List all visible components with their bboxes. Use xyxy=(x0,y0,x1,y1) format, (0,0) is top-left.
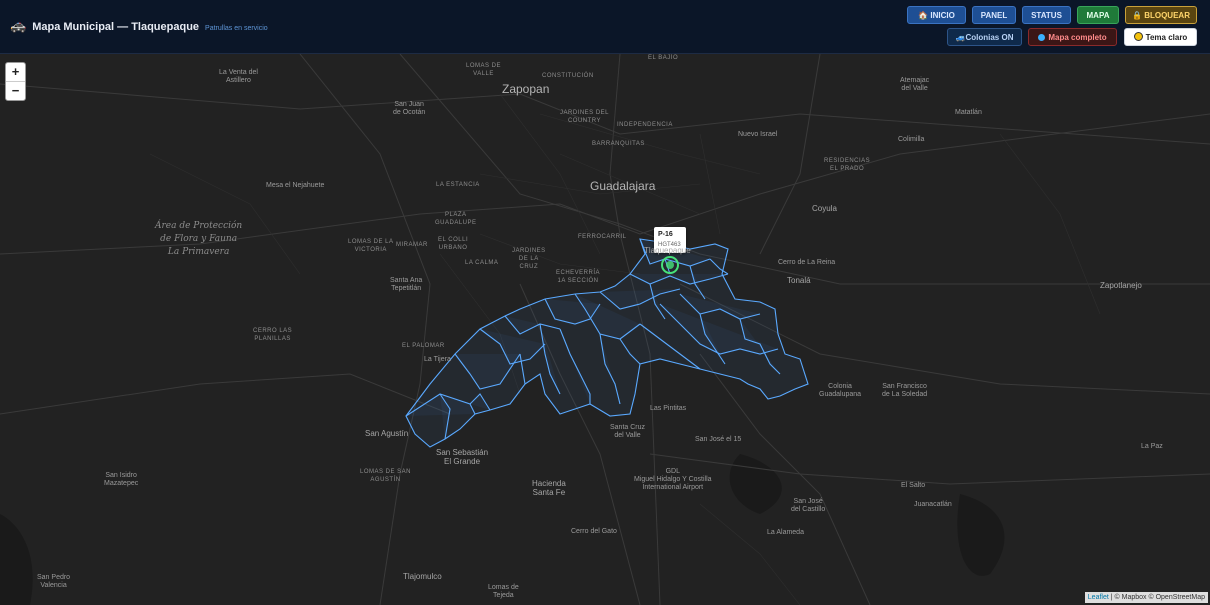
map-label: Colimilla xyxy=(898,136,925,143)
colonias-toggle-button[interactable]: 🚙Colonias ON xyxy=(947,28,1022,46)
map-label: Juanacatlán xyxy=(914,501,952,508)
colonias-polygons[interactable] xyxy=(405,238,809,448)
map-label: La Tijera xyxy=(424,356,451,363)
map-label: Guadalajara xyxy=(590,179,656,193)
map-label: GDL Miguel Hidalgo Y Costilla Internatio… xyxy=(634,468,712,491)
map-label: LOMAS DE SAN AGUSTÍN xyxy=(360,469,412,483)
map-label: Atemajac del Valle xyxy=(900,77,930,92)
map-label: Hacienda Santa Fe xyxy=(532,479,566,497)
map-label: ECHEVERRÍA 1A SECCIÓN xyxy=(556,270,601,284)
map-label: LA CALMA xyxy=(465,260,499,266)
map-label: San Francisco de La Soledad xyxy=(882,383,928,398)
mapa-completo-button[interactable]: Mapa completo xyxy=(1028,28,1117,46)
globe-icon xyxy=(1038,34,1046,41)
map-canvas[interactable]: + − P-16 HGT463 Zapopan Guadalajara Tona… xyxy=(0,54,1210,605)
attribution-text: | © Mapbox © OpenStreetMap xyxy=(1110,594,1205,601)
map-label: JARDINES DEL COUNTRY xyxy=(560,110,610,124)
inicio-button[interactable]: 🏠 INICIO xyxy=(907,6,966,24)
map-label: EL BAJÍO xyxy=(648,55,679,61)
map-label: Zapotlanejo xyxy=(1100,281,1142,290)
map-label: LOMAS DE VALLE xyxy=(466,63,502,77)
car-icon: 🚙 xyxy=(955,33,966,42)
map-label: MIRAMAR xyxy=(396,242,428,248)
map-label: Las Pintitas xyxy=(650,405,687,412)
app-header: 🚓 Mapa Municipal — Tlaquepaque Patrullas… xyxy=(10,19,268,34)
map-label: Colonia Guadalupana xyxy=(819,383,862,398)
map-label: Mesa el Nejahuete xyxy=(266,182,325,189)
zoom-out-button[interactable]: − xyxy=(6,81,25,100)
map-label: EL COLLI URBANO xyxy=(438,237,469,251)
colonias-label: Colonias ON xyxy=(965,33,1014,42)
bloquear-button[interactable]: 🔒 BLOQUEAR xyxy=(1125,6,1197,24)
map-label: LA ESTANCIA xyxy=(436,182,480,188)
map-label: San Pedro Valencia xyxy=(37,574,71,589)
app-title: Mapa Municipal — Tlaquepaque xyxy=(32,21,200,33)
map-label: FERROCARRIL xyxy=(578,234,627,240)
theme-toggle-button[interactable]: Tema claro xyxy=(1124,28,1197,46)
map-label: La Alameda xyxy=(767,529,804,536)
map-label: San José del Castillo xyxy=(791,498,826,513)
map-label: Cerro de La Reina xyxy=(778,259,836,266)
map-label: Tlajomulco xyxy=(403,572,442,581)
map-label: BARRANQUITAS xyxy=(592,141,645,147)
leaflet-link[interactable]: Leaflet xyxy=(1088,594,1109,601)
map-label: Matatlán xyxy=(955,109,982,116)
zoom-in-button[interactable]: + xyxy=(6,63,25,81)
map-label: San José el 15 xyxy=(695,436,742,443)
map-label: LOMAS DE LA VICTORIA xyxy=(348,239,394,253)
map-label: San Isidro Mazatepec xyxy=(104,472,139,487)
zoom-control: + − xyxy=(5,62,26,101)
map-label: Nuevo Israel xyxy=(738,131,778,138)
map-label: Tonalá xyxy=(787,276,811,285)
map-label: Santa Cruz del Valle xyxy=(610,424,646,439)
app-subtitle: Patrullas en servicio xyxy=(205,25,268,32)
sun-icon xyxy=(1133,32,1143,41)
map-label: Tlaquepaque xyxy=(644,246,691,255)
patrol-car-icon: 🚓 xyxy=(10,19,27,34)
map-label: La Paz xyxy=(1141,443,1163,450)
map-label: Zapopan xyxy=(502,82,550,96)
map-attribution: Leaflet | © Mapbox © OpenStreetMap xyxy=(1084,592,1208,603)
map-label: San Sebastián El Grande xyxy=(436,448,489,466)
map-label: EL PALOMAR xyxy=(402,343,445,349)
map-label: Lomas de Tejeda xyxy=(488,584,519,599)
map-label: INDEPENDENCIA xyxy=(617,122,673,128)
patrol-unit: P-16 xyxy=(658,231,673,238)
map-label: PLAZA GUADALUPE xyxy=(435,212,477,226)
mapa-button[interactable]: MAPA xyxy=(1077,6,1119,24)
map-label: San Agustín xyxy=(365,429,409,438)
status-button[interactable]: STATUS xyxy=(1022,6,1071,24)
map-label: El Salto xyxy=(901,482,926,489)
theme-label: Tema claro xyxy=(1145,33,1188,42)
map-label: RESIDENCIAS EL PRADO xyxy=(824,158,871,172)
map-label: San Juan de Ocotán xyxy=(393,101,426,116)
mapa-completo-label: Mapa completo xyxy=(1048,33,1107,42)
map-label: Santa Ana Tepetitlán xyxy=(390,277,423,292)
map-label: CONSTITUCIÓN xyxy=(542,73,594,79)
map-label: CERRO LAS PLANILLAS xyxy=(253,328,293,342)
map-label: Coyula xyxy=(812,204,837,213)
map-label: Cerro del Gato xyxy=(571,528,617,535)
top-bar: 🚓 Mapa Municipal — Tlaquepaque Patrullas… xyxy=(0,0,1210,54)
map-label: La Venta del Astillero xyxy=(219,69,258,84)
map-label: Área de Protección de Flora y Fauna La P… xyxy=(155,221,243,257)
panel-button[interactable]: PANEL xyxy=(972,6,1016,24)
map-base-layer xyxy=(0,54,1210,605)
map-label: JARDINES DE LA CRUZ xyxy=(512,248,546,270)
